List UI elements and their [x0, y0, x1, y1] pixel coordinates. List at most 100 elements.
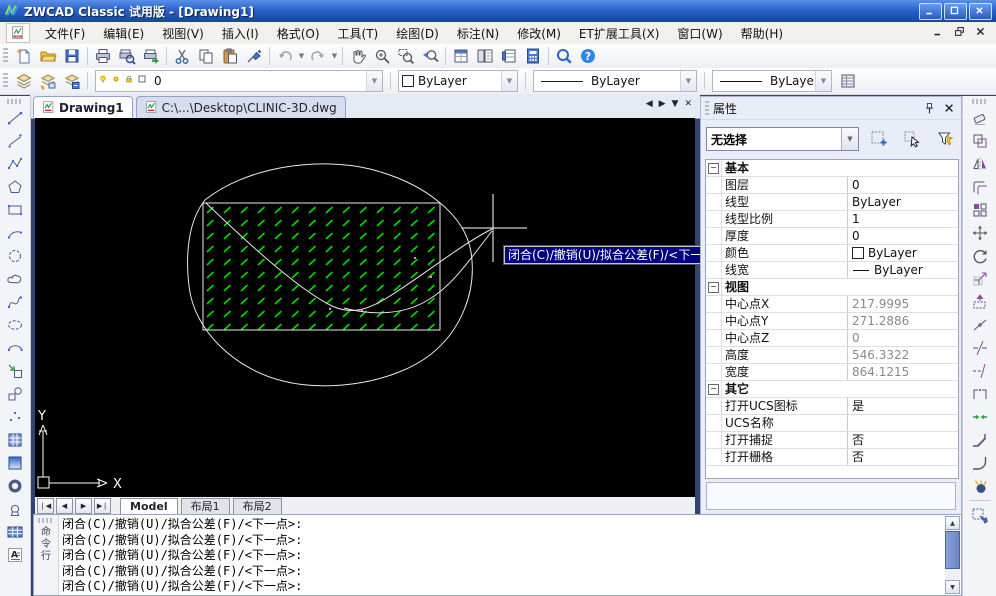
scroll-down-icon[interactable]: ▼ — [945, 580, 960, 594]
paste-icon[interactable] — [218, 44, 242, 68]
property-value[interactable]: 0 — [848, 177, 958, 193]
ellipse-icon[interactable] — [2, 313, 28, 336]
menu-item-h[interactable]: 帮助(H) — [732, 22, 792, 45]
property-section-row[interactable]: −视图 — [706, 279, 958, 296]
break-icon[interactable] — [967, 382, 993, 405]
erase-icon[interactable] — [967, 106, 993, 129]
scroll-thumb[interactable] — [945, 531, 960, 569]
table-icon[interactable] — [2, 520, 28, 543]
make-block-icon[interactable] — [2, 382, 28, 405]
property-value[interactable]: 否 — [848, 449, 958, 465]
menu-item-f[interactable]: 文件(F) — [36, 22, 94, 45]
scroll-up-icon[interactable]: ▲ — [945, 516, 960, 530]
property-section-row[interactable]: −基本 — [706, 160, 958, 177]
revision-cloud-icon[interactable] — [2, 267, 28, 290]
tab-first-icon[interactable]: ❘◀ — [37, 498, 54, 514]
lineweight-combo[interactable]: ByLayer ▼ — [712, 70, 832, 92]
property-section-row[interactable]: −其它 — [706, 381, 958, 398]
zoom-realtime-icon[interactable] — [370, 44, 394, 68]
dwg-file-icon[interactable]: DWG — [6, 23, 30, 43]
layer-combo-dropdown[interactable]: ▼ — [366, 71, 382, 91]
menu-item-etx[interactable]: ET扩展工具(X) — [570, 22, 669, 45]
copy-object-icon[interactable] — [967, 129, 993, 152]
clean-icon[interactable] — [967, 504, 993, 527]
command-history[interactable]: 闭合(C)/撤销(U)/拟合公差(F)/<下一点>:闭合(C)/撤销(U)/拟合… — [62, 517, 943, 595]
property-value[interactable]: 0 — [848, 228, 958, 244]
tab-close-icon[interactable]: ✕ — [684, 99, 692, 109]
circle-icon[interactable] — [2, 244, 28, 267]
save-icon[interactable] — [60, 44, 84, 68]
print-preview-icon[interactable] — [115, 44, 139, 68]
zoom-previous-icon[interactable] — [418, 44, 442, 68]
trim-icon[interactable] — [967, 336, 993, 359]
tab-last-icon[interactable]: ▶❘ — [94, 498, 111, 514]
undo-icon[interactable] — [273, 44, 297, 68]
new-file-icon[interactable] — [12, 44, 36, 68]
open-file-icon[interactable] — [36, 44, 60, 68]
gradient-icon[interactable] — [2, 451, 28, 474]
property-value[interactable] — [848, 415, 958, 431]
pan-icon[interactable] — [346, 44, 370, 68]
properties-palette-icon[interactable] — [449, 44, 473, 68]
explode-icon[interactable] — [967, 474, 993, 497]
layout-tab-布局1[interactable]: 布局1 — [181, 498, 230, 514]
property-value[interactable]: 864.1215 — [848, 364, 958, 380]
tab-next-icon[interactable]: ▶ — [75, 498, 92, 514]
array-icon[interactable] — [967, 198, 993, 221]
drawing-canvas[interactable]: Y X 闭合(C)/撤销(U)/拟合公差(F)/<下一点>: — [35, 118, 695, 497]
tab-scroll-left-icon[interactable]: ◀ — [646, 99, 653, 109]
chamfer-icon[interactable] — [967, 428, 993, 451]
color-combo-dropdown[interactable]: ▼ — [501, 71, 517, 91]
filter-icon[interactable] — [932, 127, 958, 151]
designcenter-icon[interactable] — [473, 44, 497, 68]
property-value[interactable]: 0 — [848, 330, 958, 346]
spline-icon[interactable] — [2, 290, 28, 313]
insert-block-icon[interactable] — [2, 359, 28, 382]
property-value[interactable]: ByLayer — [848, 194, 958, 210]
hatch-icon[interactable] — [2, 428, 28, 451]
menu-item-d[interactable]: 绘图(D) — [387, 22, 448, 45]
polyline-icon[interactable] — [2, 152, 28, 175]
command-window-titlebar[interactable]: 命令行 — [34, 515, 59, 595]
region-icon[interactable] — [2, 497, 28, 520]
menu-item-e[interactable]: 编辑(E) — [94, 22, 153, 45]
toolbar-grip[interactable] — [3, 73, 8, 89]
pin-icon[interactable] — [921, 100, 937, 116]
window-minimize-icon[interactable] — [919, 3, 942, 20]
quick-select-icon[interactable] — [866, 127, 892, 151]
close-icon[interactable] — [941, 100, 957, 116]
linetype-combo[interactable]: ByLayer ▼ — [533, 70, 697, 92]
collapse-icon[interactable]: − — [708, 282, 719, 293]
quickcalc-icon[interactable] — [521, 44, 545, 68]
polygon-icon[interactable] — [2, 175, 28, 198]
menu-item-m[interactable]: 修改(M) — [508, 22, 570, 45]
mdi-restore-icon[interactable] — [952, 25, 969, 40]
redo-dropdown-icon[interactable]: ▼ — [330, 45, 339, 67]
redo-icon[interactable] — [306, 44, 330, 68]
scale-icon[interactable] — [967, 267, 993, 290]
menu-item-o[interactable]: 格式(O) — [268, 22, 329, 45]
undo-dropdown-icon[interactable]: ▼ — [297, 45, 306, 67]
rotate-icon[interactable] — [967, 244, 993, 267]
menu-item-i[interactable]: 插入(I) — [213, 22, 268, 45]
mdi-minimize-icon[interactable] — [931, 25, 948, 40]
join-icon[interactable] — [967, 405, 993, 428]
match-properties-icon[interactable] — [242, 44, 266, 68]
offset-icon[interactable] — [967, 175, 993, 198]
fillet-icon[interactable] — [967, 451, 993, 474]
command-scrollbar[interactable]: ▲ ▼ — [945, 516, 960, 594]
layer-combo[interactable]: 0 ▼ — [95, 70, 383, 92]
layout-tab-布局2[interactable]: 布局2 — [233, 498, 282, 514]
construction-line-icon[interactable] — [2, 129, 28, 152]
layer-states-icon[interactable] — [60, 69, 84, 93]
rectangle-icon[interactable] — [2, 198, 28, 221]
mdi-close-icon[interactable] — [973, 25, 990, 40]
help-icon[interactable]: ? — [576, 44, 600, 68]
panel-grip[interactable] — [705, 101, 709, 115]
plot-icon[interactable] — [91, 44, 115, 68]
toolbar-grip[interactable] — [972, 99, 988, 104]
zoom-window-icon[interactable] — [394, 44, 418, 68]
menu-item-w[interactable]: 窗口(W) — [668, 22, 731, 45]
toolbar-grip[interactable] — [7, 99, 23, 104]
document-tab[interactable]: Drawing1 — [33, 96, 133, 118]
